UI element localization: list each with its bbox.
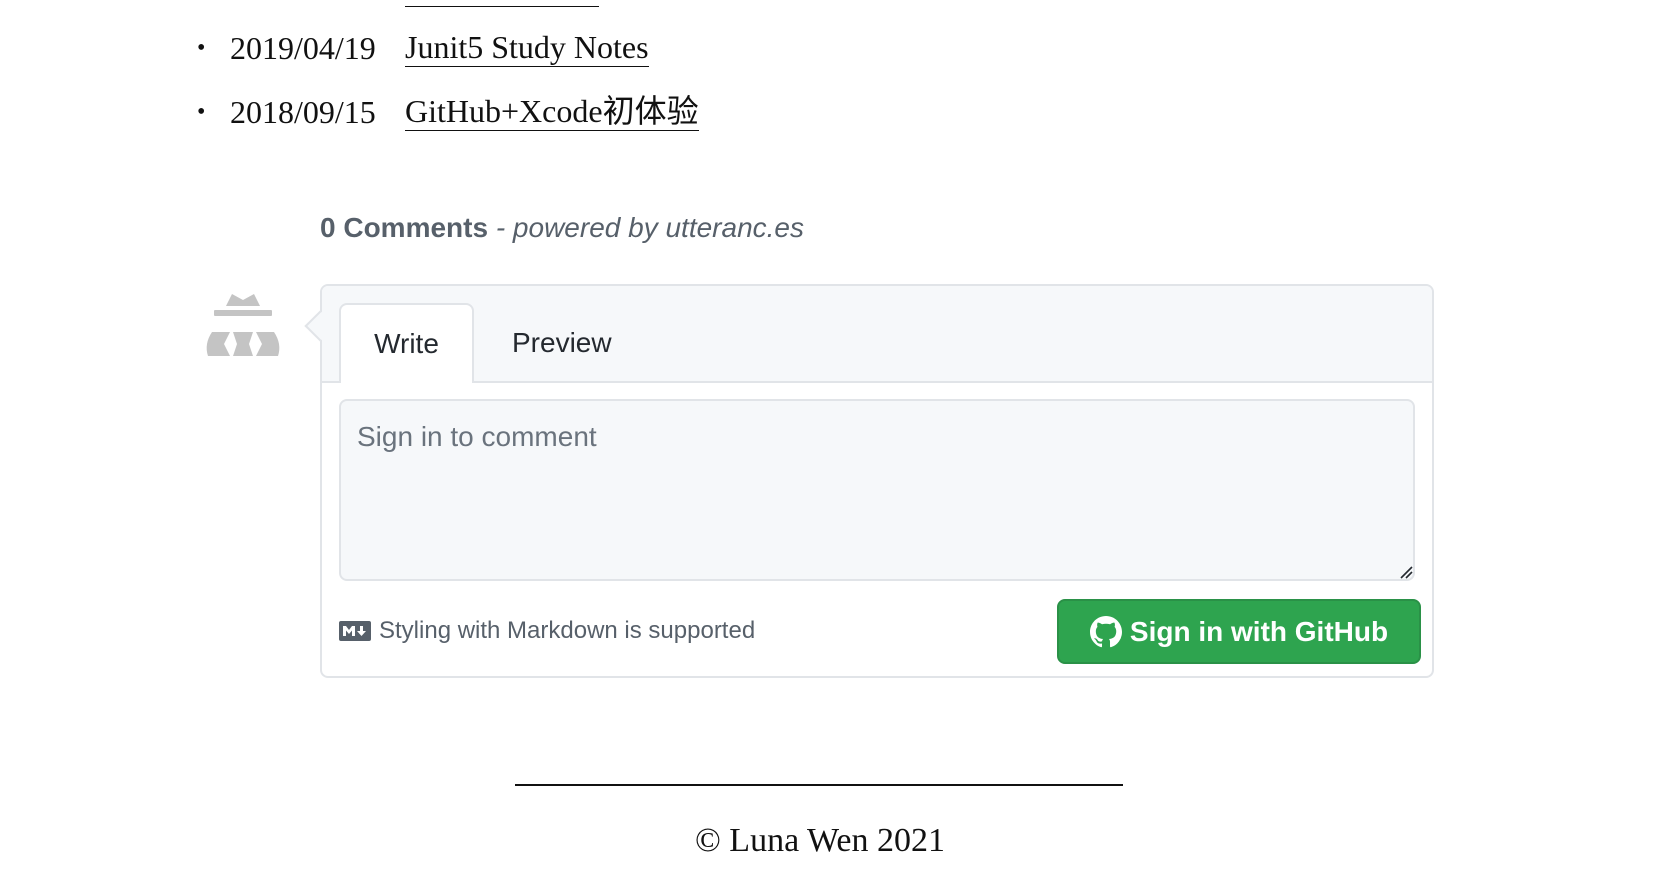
anonymous-avatar-icon [206, 294, 280, 356]
markdown-note-text: Styling with Markdown is supported [379, 617, 756, 644]
tab-preview[interactable]: Preview [512, 323, 612, 363]
comments-heading: 0 Comments - powered by utteranc.es [320, 212, 804, 244]
bullet: • [197, 99, 206, 125]
bullet: • [197, 35, 206, 61]
footer-copyright: © Luna Wen 2021 [694, 822, 946, 859]
resize-grip-icon[interactable] [1399, 565, 1413, 579]
post-date: 2018/09/15 [230, 94, 376, 130]
tab-write[interactable]: Write [339, 303, 474, 383]
markdown-icon [339, 621, 371, 641]
tab-bar: Write Preview [322, 286, 1432, 383]
comment-form: Write Preview Styling with Markdown is s… [304, 284, 1434, 678]
post-date: 2019/04/19 [230, 30, 376, 66]
markdown-note: Styling with Markdown is supported [339, 617, 755, 645]
sign-in-github-button[interactable]: Sign in with GitHub [1057, 599, 1421, 664]
sign-in-label: Sign in with GitHub [1129, 615, 1389, 647]
footer-divider [515, 784, 1123, 786]
powered-by: - powered by utteranc.es [488, 212, 804, 243]
post-link[interactable]: GitHub+Xcode初体验 [405, 92, 699, 131]
github-icon [1089, 615, 1122, 647]
post-link[interactable]: Junit5 Study Notes [405, 28, 649, 67]
top-divider [405, 6, 599, 7]
comment-count: 0 Comments [320, 212, 489, 243]
comment-input[interactable] [339, 399, 1415, 581]
